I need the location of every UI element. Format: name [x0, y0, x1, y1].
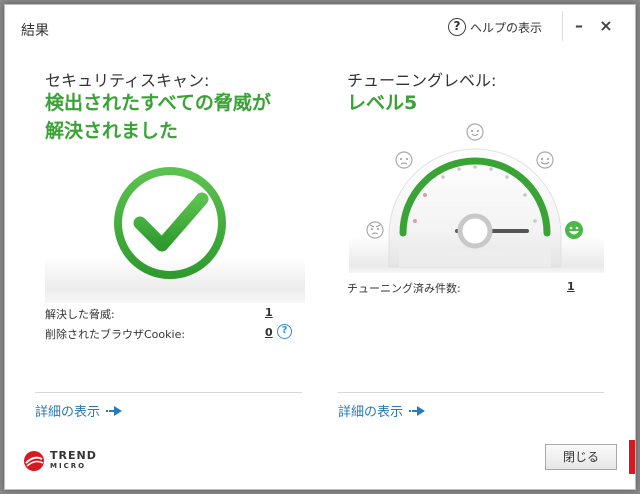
face-angry-icon — [366, 221, 384, 239]
tuned-count-label: チューニング済み件数: — [347, 282, 461, 295]
titlebar-divider — [562, 11, 563, 41]
results-window: 結果 ? ヘルプの表示 – × セキュリティスキャン: 検出されたすべての脅威が… — [4, 4, 636, 490]
minimize-button[interactable]: – — [568, 15, 590, 37]
help-label: ヘルプの表示 — [470, 20, 543, 35]
scan-details-label: 詳細の表示 — [35, 405, 101, 420]
tuned-count-value[interactable]: 1 — [567, 280, 575, 293]
checkmark-icon — [110, 163, 230, 283]
tuning-level: レベル5 — [347, 92, 418, 114]
face-happy-icon — [536, 151, 554, 169]
scan-heading: セキュリティスキャン: — [45, 71, 210, 90]
arrow-right-icon — [409, 405, 426, 416]
question-icon[interactable]: ? — [277, 324, 292, 339]
scan-result-line2: 解決されました — [45, 120, 179, 142]
resolved-threats-label: 解決した脅威: — [45, 308, 115, 321]
window-accent-strip — [629, 440, 635, 474]
face-smile-icon — [466, 123, 484, 141]
resolved-threats-value[interactable]: 1 — [265, 306, 273, 319]
tuning-divider — [338, 392, 604, 393]
deleted-cookies-value[interactable]: 0 — [265, 326, 273, 339]
trend-micro-logo: TREND MICRO — [23, 450, 97, 472]
close-button[interactable]: 閉じる — [545, 444, 617, 470]
tuning-details-label: 詳細の表示 — [338, 405, 404, 420]
close-window-button[interactable]: × — [595, 15, 617, 37]
deleted-cookies-label: 削除されたブラウザCookie: — [45, 328, 186, 341]
tuning-gauge — [359, 117, 599, 277]
face-grin-active-icon — [565, 221, 583, 239]
tuning-details-link[interactable]: 詳細の表示 — [338, 401, 427, 420]
titlebar: 結果 ? ヘルプの表示 – × — [5, 5, 635, 51]
help-icon: ? — [448, 18, 466, 36]
logo-text-line1: TREND — [50, 449, 97, 462]
logo-text-line2: MICRO — [50, 462, 87, 470]
scan-result-line1: 検出されたすべての脅威が — [45, 92, 271, 114]
face-sad-icon — [395, 151, 413, 169]
tuning-heading: チューニングレベル: — [347, 71, 497, 90]
window-title: 結果 — [21, 23, 49, 39]
scan-result-text: 検出されたすべての脅威が 解決されました — [45, 89, 271, 145]
scan-details-link[interactable]: 詳細の表示 — [35, 401, 124, 420]
help-link[interactable]: ? ヘルプの表示 — [448, 17, 542, 37]
trend-micro-logo-icon — [24, 451, 44, 471]
scan-divider — [35, 392, 302, 393]
arrow-right-icon — [106, 405, 123, 416]
